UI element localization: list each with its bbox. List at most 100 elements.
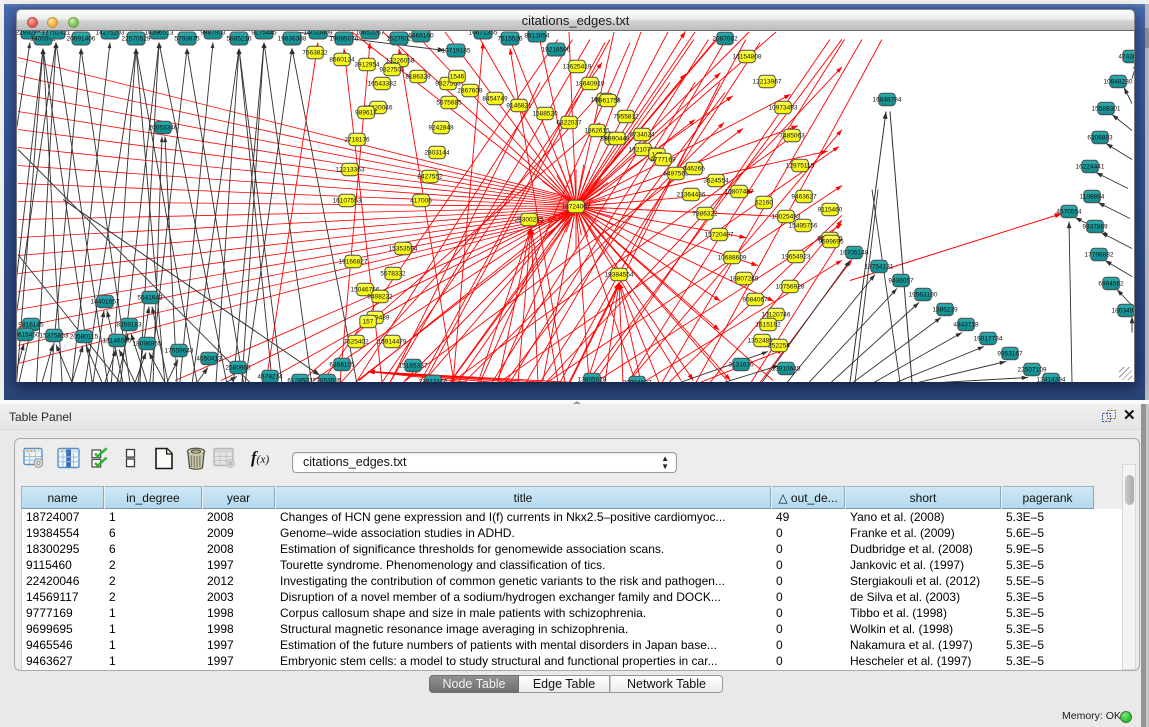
svg-text:9837869: 9837869 — [1082, 224, 1108, 231]
svg-text:12975115: 12975115 — [786, 163, 815, 170]
svg-text:22053595: 22053595 — [313, 378, 342, 382]
svg-text:2803144: 2803144 — [424, 150, 450, 157]
svg-text:8186328: 8186328 — [405, 74, 431, 81]
svg-text:6961758: 6961758 — [595, 98, 621, 105]
svg-text:3912954: 3912954 — [354, 62, 380, 69]
svg-text:10973493: 10973493 — [769, 105, 798, 112]
svg-text:20691406: 20691406 — [67, 36, 96, 43]
svg-text:16648784: 16648784 — [873, 97, 902, 104]
svg-text:13910648: 13910648 — [772, 366, 801, 373]
svg-text:5793975: 5793975 — [174, 36, 200, 43]
svg-text:10848230: 10848230 — [1104, 79, 1133, 86]
svg-text:16107553: 16107553 — [333, 198, 362, 205]
svg-text:3498222: 3498222 — [367, 294, 393, 301]
svg-text:4679214: 4679214 — [257, 374, 283, 381]
svg-text:19218506: 19218506 — [542, 47, 571, 54]
svg-text:19654923: 19654923 — [782, 254, 811, 261]
svg-text:19085076: 19085076 — [330, 36, 359, 43]
svg-text:22507109: 22507109 — [1018, 367, 1047, 374]
svg-text:20053346: 20053346 — [149, 125, 178, 132]
svg-text:3131636: 3131636 — [728, 362, 754, 369]
svg-text:10807487: 10807487 — [725, 189, 754, 196]
svg-text:14275203: 14275203 — [96, 31, 125, 37]
svg-text:7515526: 7515526 — [497, 36, 523, 43]
svg-text:6306893: 6306893 — [1087, 135, 1113, 142]
svg-text:12213363: 12213363 — [336, 167, 365, 174]
svg-text:15165337: 15165337 — [399, 363, 428, 370]
svg-text:14401657: 14401657 — [91, 299, 120, 306]
svg-text:10719185: 10719185 — [442, 48, 471, 55]
svg-text:6994562: 6994562 — [1098, 281, 1124, 288]
svg-text:6734024: 6734024 — [629, 132, 655, 139]
svg-text:5685216: 5685216 — [226, 36, 252, 43]
svg-text:15353594: 15353594 — [389, 246, 418, 253]
svg-text:4743069: 4743069 — [1118, 54, 1134, 61]
svg-text:9777169: 9777169 — [650, 157, 676, 164]
svg-text:13146585: 13146585 — [103, 338, 132, 345]
svg-text:6322037: 6322037 — [556, 120, 582, 127]
svg-text:3624554: 3624554 — [703, 178, 729, 185]
svg-text:9887903: 9887903 — [200, 31, 226, 37]
svg-text:9084067: 9084067 — [742, 297, 768, 304]
svg-text:1588520: 1588520 — [532, 111, 558, 118]
svg-text:1108894: 1108894 — [1080, 194, 1105, 201]
svg-text:16224441: 16224441 — [1076, 164, 1105, 171]
svg-text:4843718: 4843718 — [953, 322, 979, 329]
svg-text:2867608: 2867608 — [457, 88, 483, 95]
svg-text:8660124: 8660124 — [329, 57, 355, 64]
svg-text:9953167: 9953167 — [997, 351, 1023, 358]
svg-text:17796882: 17796882 — [1085, 252, 1114, 259]
svg-text:8813054: 8813054 — [524, 33, 550, 40]
svg-text:7485063: 7485063 — [779, 133, 805, 140]
svg-text:9436057: 9436057 — [888, 278, 914, 285]
svg-text:746266: 746266 — [683, 166, 705, 173]
svg-text:9146821: 9146821 — [506, 103, 532, 110]
svg-text:16543382: 16543382 — [368, 81, 397, 88]
svg-text:22570529: 22570529 — [122, 36, 151, 43]
svg-text:9816145: 9816145 — [18, 322, 44, 329]
svg-text:1385239: 1385239 — [932, 307, 958, 314]
svg-text:6368105: 6368105 — [329, 362, 355, 369]
svg-text:252254: 252254 — [768, 343, 790, 350]
svg-text:20615450: 20615450 — [17, 332, 40, 339]
svg-text:19166827: 19166827 — [339, 259, 368, 266]
svg-text:16671355: 16671355 — [469, 31, 498, 37]
svg-text:989617: 989617 — [355, 110, 377, 117]
svg-text:25300235: 25300235 — [515, 217, 544, 224]
svg-text:18724007: 18724007 — [562, 204, 591, 211]
svg-text:7955812: 7955812 — [613, 114, 639, 121]
svg-text:10688609: 10688609 — [718, 255, 747, 262]
svg-text:7625402: 7625402 — [343, 339, 369, 346]
svg-text:2580963: 2580963 — [225, 365, 251, 372]
svg-text:17559643: 17559643 — [165, 348, 194, 355]
svg-text:13805018: 13805018 — [578, 377, 607, 382]
svg-text:18034970: 18034970 — [1112, 308, 1134, 315]
svg-text:12213967: 12213967 — [753, 79, 782, 86]
svg-text:9275445: 9275445 — [251, 31, 277, 37]
svg-text:15588301: 15588301 — [1092, 106, 1121, 113]
svg-text:10756928: 10756928 — [776, 284, 805, 291]
svg-text:9115460: 9115460 — [818, 207, 843, 214]
svg-text:10120746: 10120746 — [762, 312, 791, 319]
svg-text:18807249: 18807249 — [730, 276, 759, 283]
svg-text:4050413: 4050413 — [196, 356, 222, 363]
svg-text:7663822: 7663822 — [302, 50, 328, 57]
svg-text:20994697: 20994697 — [623, 380, 652, 382]
svg-text:21012166: 21012166 — [419, 379, 448, 382]
svg-text:16154808: 16154808 — [733, 54, 762, 61]
svg-text:9327505: 9327505 — [379, 67, 405, 74]
svg-text:417006: 417006 — [410, 198, 432, 205]
svg-text:12414394: 12414394 — [1037, 377, 1066, 382]
svg-text:62160: 62160 — [755, 200, 773, 207]
svg-text:2087682: 2087682 — [712, 36, 738, 43]
svg-text:1546: 1546 — [450, 74, 465, 81]
svg-text:16033809: 16033809 — [304, 31, 333, 37]
svg-text:9463627: 9463627 — [791, 194, 817, 201]
svg-text:2718176: 2718176 — [344, 137, 370, 144]
svg-text:8427552: 8427552 — [417, 174, 443, 181]
svg-text:10653267: 10653267 — [356, 31, 385, 37]
svg-text:6466160: 6466160 — [408, 33, 434, 40]
svg-text:5641643: 5641643 — [137, 295, 163, 302]
svg-text:5675685: 5675685 — [436, 100, 462, 107]
svg-text:13625419: 13625419 — [563, 64, 592, 71]
